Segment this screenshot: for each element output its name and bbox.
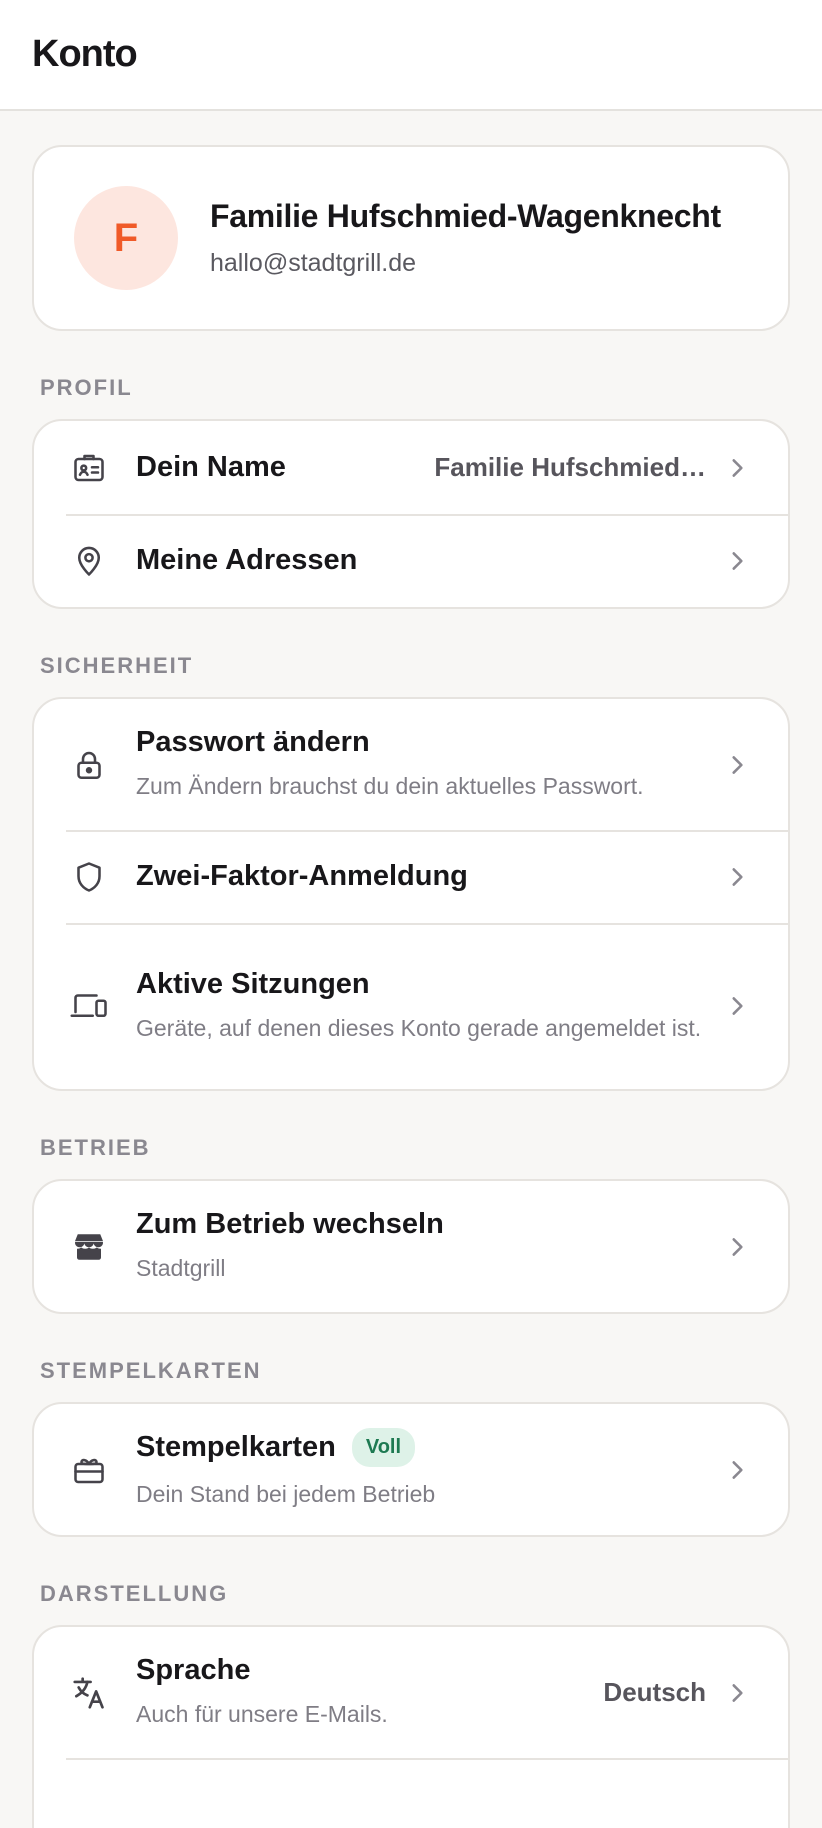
row-main: Meine Adressen bbox=[136, 544, 706, 577]
row-title-text: Zum Betrieb wechseln bbox=[136, 1208, 444, 1240]
section-label-betrieb: BETRIEB bbox=[40, 1135, 151, 1160]
row-value: Deutsch bbox=[603, 1677, 706, 1707]
row-main: Passwort ändern Zum Ändern brauchst du d… bbox=[136, 726, 706, 803]
row-title: Zwei-Faktor-Anmeldung bbox=[136, 860, 706, 893]
top-bar: Konto bbox=[0, 0, 822, 111]
chevron-right-icon bbox=[720, 1230, 754, 1264]
section-label-darstellung: DARSTELLUNG bbox=[40, 1581, 229, 1606]
store-icon bbox=[68, 1226, 110, 1268]
row-subtitle: Stadtgrill bbox=[136, 1255, 226, 1281]
row-subtitle: Auch für unsere E-Mails. bbox=[136, 1701, 388, 1727]
betrieb-card: Zum Betrieb wechseln Stadtgrill bbox=[32, 1179, 790, 1314]
row-title: Sprache bbox=[136, 1654, 587, 1687]
page-title: Konto bbox=[32, 33, 138, 75]
devices-icon bbox=[68, 985, 110, 1027]
account-content: F Familie Hufschmied-Wagenknecht hallo@s… bbox=[0, 111, 822, 1828]
section-label-sicherheit: SICHERHEIT bbox=[40, 653, 194, 678]
row-next-partial[interactable] bbox=[34, 1758, 788, 1828]
row-title-text: Zwei-Faktor-Anmeldung bbox=[136, 860, 468, 892]
row-subtitle: Geräte, auf denen dieses Konto gerade an… bbox=[136, 1014, 702, 1041]
row-main: Stempelkarten Voll Dein Stand bei jedem … bbox=[136, 1428, 706, 1511]
row-title: Aktive Sitzungen bbox=[136, 968, 706, 1001]
row-title-text: Passwort ändern bbox=[136, 726, 370, 758]
stempelkarten-card: Stempelkarten Voll Dein Stand bei jedem … bbox=[32, 1402, 790, 1537]
row-zwei-faktor[interactable]: Zwei-Faktor-Anmeldung bbox=[34, 830, 788, 923]
row-main: Zwei-Faktor-Anmeldung bbox=[136, 860, 706, 893]
id-card-icon bbox=[68, 447, 110, 489]
chevron-right-icon bbox=[720, 451, 754, 485]
row-title: Passwort ändern bbox=[136, 726, 706, 759]
row-main: Aktive Sitzungen Geräte, auf denen diese… bbox=[136, 968, 706, 1045]
row-value: Familie Hufschmied… bbox=[434, 452, 706, 482]
profile-email: hallo@stadtgrill.de bbox=[210, 249, 417, 277]
row-title-text: Aktive Sitzungen bbox=[136, 967, 370, 1000]
section-label-stempelkarten: STEMPELKARTEN bbox=[40, 1358, 262, 1383]
darstellung-card: Sprache Auch für unsere E-Mails. Deutsch bbox=[32, 1625, 790, 1828]
row-title: Stempelkarten Voll bbox=[136, 1428, 706, 1467]
row-main: Sprache Auch für unsere E-Mails. bbox=[136, 1654, 587, 1731]
row-title-text: Dein Name bbox=[136, 451, 286, 483]
row-subtitle: Zum Ändern brauchst du dein aktuelles Pa… bbox=[136, 773, 644, 799]
chevron-right-icon bbox=[720, 860, 754, 894]
status-badge: Voll bbox=[351, 1428, 416, 1467]
row-subtitle: Dein Stand bei jedem Betrieb bbox=[136, 1481, 436, 1507]
section-label-profil: PROFIL bbox=[40, 375, 133, 400]
chevron-right-icon bbox=[720, 748, 754, 782]
row-passwort-aendern[interactable]: Passwort ändern Zum Ändern brauchst du d… bbox=[34, 699, 788, 830]
row-main: Zum Betrieb wechseln Stadtgrill bbox=[136, 1208, 706, 1285]
ticket-icon bbox=[68, 1449, 110, 1491]
profil-card: Dein Name Familie Hufschmied… Meine Adre… bbox=[32, 419, 790, 609]
row-title: Dein Name bbox=[136, 451, 418, 484]
row-title-text: Sprache bbox=[136, 1654, 251, 1686]
row-title-text: Meine Adressen bbox=[136, 544, 358, 576]
row-aktive-sitzungen[interactable]: Aktive Sitzungen Geräte, auf denen diese… bbox=[34, 923, 788, 1089]
sicherheit-card: Passwort ändern Zum Ändern brauchst du d… bbox=[32, 697, 790, 1091]
profile-card: F Familie Hufschmied-Wagenknecht hallo@s… bbox=[32, 145, 790, 331]
row-sprache[interactable]: Sprache Auch für unsere E-Mails. Deutsch bbox=[34, 1627, 788, 1758]
location-pin-icon bbox=[68, 540, 110, 582]
chevron-right-icon bbox=[720, 1676, 754, 1710]
row-main: Dein Name bbox=[136, 451, 418, 484]
row-title-text: Stempelkarten bbox=[136, 1431, 336, 1463]
row-stempelkarten[interactable]: Stempelkarten Voll Dein Stand bei jedem … bbox=[34, 1404, 788, 1535]
profile-text: Familie Hufschmied-Wagenknecht hallo@sta… bbox=[210, 198, 721, 278]
row-dein-name[interactable]: Dein Name Familie Hufschmied… bbox=[34, 421, 788, 514]
chevron-right-icon bbox=[720, 989, 754, 1023]
row-title: Meine Adressen bbox=[136, 544, 706, 577]
chevron-right-icon bbox=[720, 1453, 754, 1487]
profile-name: Familie Hufschmied-Wagenknecht bbox=[210, 198, 721, 234]
translate-icon bbox=[68, 1672, 110, 1714]
row-zum-betrieb-wechseln[interactable]: Zum Betrieb wechseln Stadtgrill bbox=[34, 1181, 788, 1312]
chevron-right-icon bbox=[720, 544, 754, 578]
lock-icon bbox=[68, 744, 110, 786]
avatar: F bbox=[74, 186, 178, 290]
shield-icon bbox=[68, 856, 110, 898]
row-title: Zum Betrieb wechseln bbox=[136, 1208, 706, 1241]
row-meine-adressen[interactable]: Meine Adressen bbox=[34, 514, 788, 607]
